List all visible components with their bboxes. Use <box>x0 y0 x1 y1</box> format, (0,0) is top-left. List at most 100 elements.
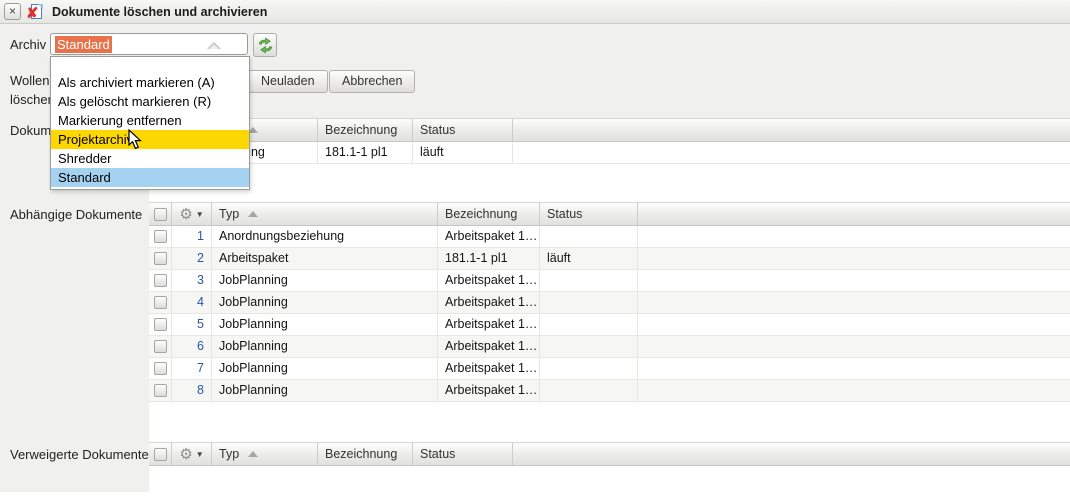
red-x-glyph: ✘ <box>26 4 39 22</box>
row-checkbox[interactable] <box>149 248 172 269</box>
row-checkbox[interactable] <box>149 270 172 291</box>
refresh-icon <box>257 37 274 54</box>
window-title: Dokumente löschen und archivieren <box>52 0 267 24</box>
header-filler <box>513 119 1070 141</box>
dropdown-item-als-archiviert[interactable]: Als archiviert markieren (A) <box>51 73 249 92</box>
sort-ascending-icon <box>248 211 258 217</box>
bezeichnung-cell: 181.1-1 pl1 <box>318 142 413 163</box>
table-row[interactable]: 5JobPlanningArbeitspaket 1… <box>149 314 1070 336</box>
row-checkbox[interactable] <box>149 226 172 247</box>
row-number-cell: 3 <box>172 270 212 291</box>
checkbox-icon <box>154 448 167 461</box>
archiv-value-selected-text: Standard <box>55 36 112 53</box>
status-cell: läuft <box>413 142 513 163</box>
bezeichnung-cell: 181.1-1 pl1 <box>438 248 540 269</box>
typ-cell: Anordnungsbeziehung <box>212 226 438 247</box>
row-number-cell: 8 <box>172 380 212 401</box>
cancel-button[interactable]: Abbrechen <box>329 70 415 93</box>
bezeichnung-cell: Arbeitspaket 1… <box>438 314 540 335</box>
dokumente-grid: ⚙ ▼ Typ Bezeichnung Status Planung 181.1… <box>149 118 1070 164</box>
bezeichnung-cell: Arbeitspaket 1… <box>438 336 540 357</box>
row-checkbox[interactable] <box>149 292 172 313</box>
status-cell <box>540 270 638 291</box>
row-number-cell: 2 <box>172 248 212 269</box>
checkbox-icon <box>154 318 167 331</box>
status-cell: läuft <box>540 248 638 269</box>
typ-cell: JobPlanning <box>212 314 438 335</box>
table-row[interactable]: 1AnordnungsbeziehungArbeitspaket 1… <box>149 226 1070 248</box>
table-row[interactable]: 8JobPlanningArbeitspaket 1… <box>149 380 1070 402</box>
checkbox-icon <box>154 340 167 353</box>
bezeichnung-cell: Arbeitspaket 1… <box>438 270 540 291</box>
row-number-cell: 6 <box>172 336 212 357</box>
status-cell <box>540 336 638 357</box>
section-label-abhaengige-dokumente: Abhängige Dokumente <box>10 207 142 222</box>
combo-collapse-arrow-icon[interactable] <box>207 42 221 49</box>
bezeichnung-cell: Arbeitspaket 1… <box>438 358 540 379</box>
gear-menu-button[interactable]: ⚙ ▼ <box>172 443 212 465</box>
table-row[interactable]: 3JobPlanningArbeitspaket 1… <box>149 270 1070 292</box>
status-cell <box>540 358 638 379</box>
column-header-typ[interactable]: Typ <box>212 203 438 225</box>
column-header-status[interactable]: Status <box>413 443 513 465</box>
row-checkbox[interactable] <box>149 314 172 335</box>
row-number-cell: 4 <box>172 292 212 313</box>
checkbox-icon <box>154 208 167 221</box>
header-filler <box>513 443 1070 465</box>
column-header-typ[interactable]: Typ <box>212 443 318 465</box>
status-cell <box>540 226 638 247</box>
table-row[interactable]: 2Arbeitspaket181.1-1 pl1läuft <box>149 248 1070 270</box>
archiv-combobox[interactable]: Standard <box>50 33 248 55</box>
refresh-button[interactable] <box>253 33 277 57</box>
checkbox-icon <box>154 296 167 309</box>
delete-document-icon: ✘ <box>28 3 46 21</box>
bezeichnung-cell: Arbeitspaket 1… <box>438 292 540 313</box>
verweigerte-dokumente-grid: ⚙ ▼ Typ Bezeichnung Status <box>149 442 1070 466</box>
bezeichnung-cell: Arbeitspaket 1… <box>438 380 540 401</box>
close-button[interactable]: × <box>4 3 21 20</box>
grid-header: ⚙ ▼ Typ Bezeichnung Status <box>149 442 1070 466</box>
reload-button[interactable]: Neuladen <box>248 70 328 93</box>
gear-icon: ⚙ <box>179 207 192 222</box>
column-header-label: Typ <box>219 447 239 461</box>
dropdown-item-shredder[interactable]: Shredder <box>51 149 249 168</box>
status-cell <box>540 380 638 401</box>
column-header-bezeichnung[interactable]: Bezeichnung <box>318 443 413 465</box>
dropdown-item-als-geloescht[interactable]: Als gelöscht markieren (R) <box>51 92 249 111</box>
row-number-cell: 7 <box>172 358 212 379</box>
dropdown-item-markierung-entfernen[interactable]: Markierung entfernen <box>51 111 249 130</box>
status-cell <box>540 292 638 313</box>
row-number-cell: 1 <box>172 226 212 247</box>
column-header-bezeichnung[interactable]: Bezeichnung <box>318 119 413 141</box>
row-checkbox[interactable] <box>149 336 172 357</box>
table-row[interactable]: 6JobPlanningArbeitspaket 1… <box>149 336 1070 358</box>
grid-header: ⚙ ▼ Typ Bezeichnung Status <box>149 118 1070 142</box>
grid-header: ⚙ ▼ Typ Bezeichnung Status <box>149 202 1070 226</box>
section-label-verweigerte-dokumente: Verweigerte Dokumente <box>10 447 149 462</box>
typ-cell: Arbeitspaket <box>212 248 438 269</box>
column-header-bezeichnung[interactable]: Bezeichnung <box>438 203 540 225</box>
row-number-cell: 5 <box>172 314 212 335</box>
table-row[interactable]: Planung 181.1-1 pl1 läuft <box>149 142 1070 164</box>
column-header-status[interactable]: Status <box>540 203 638 225</box>
status-cell <box>540 314 638 335</box>
row-checkbox[interactable] <box>149 380 172 401</box>
typ-cell: JobPlanning <box>212 380 438 401</box>
table-row[interactable]: 7JobPlanningArbeitspaket 1… <box>149 358 1070 380</box>
select-all-checkbox[interactable] <box>149 443 172 465</box>
mouse-cursor-icon <box>128 129 143 150</box>
dropdown-item-standard[interactable]: Standard <box>51 168 249 187</box>
row-checkbox[interactable] <box>149 358 172 379</box>
dropdown-item-projektarchiv[interactable]: Projektarchiv <box>51 130 249 149</box>
column-header-status[interactable]: Status <box>413 119 513 141</box>
table-row[interactable]: 4JobPlanningArbeitspaket 1… <box>149 292 1070 314</box>
bezeichnung-cell: Arbeitspaket 1… <box>438 226 540 247</box>
typ-cell: JobPlanning <box>212 336 438 357</box>
checkbox-icon <box>154 384 167 397</box>
gear-menu-button[interactable]: ⚙ ▼ <box>172 203 212 225</box>
checkbox-icon <box>154 274 167 287</box>
select-all-checkbox[interactable] <box>149 203 172 225</box>
question-line-1: Wollen <box>10 73 50 88</box>
question-line-2: löschen <box>10 92 55 107</box>
column-header-label: Typ <box>219 207 239 221</box>
